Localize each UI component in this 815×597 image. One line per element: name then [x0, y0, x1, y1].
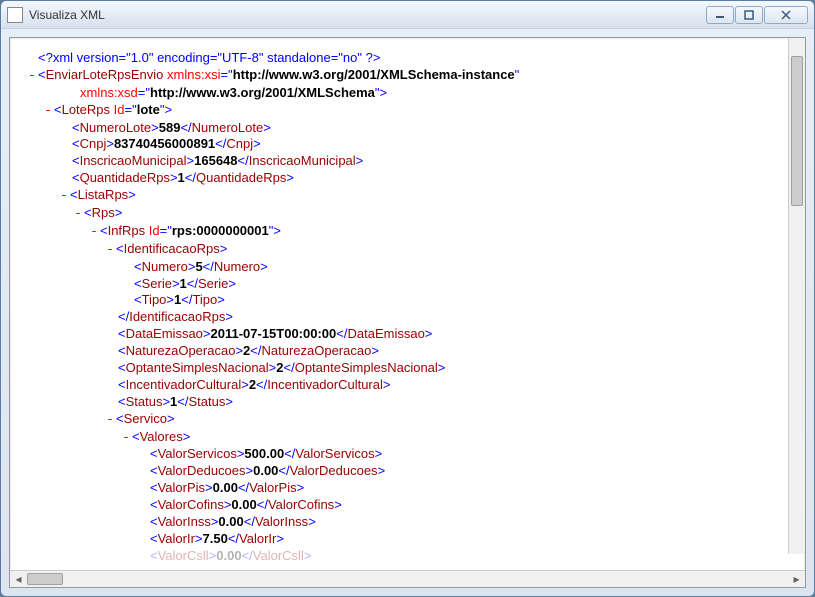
xml-valordeducoes: <ValorDeducoes>0.00</ValorDeducoes> [150, 463, 385, 480]
horizontal-scrollbar[interactable]: ◂ ▸ [10, 570, 805, 587]
app-icon [7, 7, 23, 23]
xml-infrps-open: <InfRps Id="rps:0000000001"> [100, 223, 281, 240]
xml-valorinss: <ValorInss>0.00</ValorInss> [150, 514, 316, 531]
xml-numerolote: <NumeroLote>589</NumeroLote> [72, 120, 271, 137]
maximize-button[interactable] [735, 6, 763, 24]
collapse-toggle[interactable]: - [26, 68, 38, 85]
xml-tipo: <Tipo>1</Tipo> [134, 292, 225, 309]
collapse-toggle[interactable]: - [72, 206, 84, 223]
xml-valorservicos: <ValorServicos>500.00</ValorServicos> [150, 446, 382, 463]
xml-incentivador: <IncentivadorCultural>2</IncentivadorCul… [118, 377, 390, 394]
collapse-toggle[interactable]: - [104, 412, 116, 429]
xml-declaration: <?xml version="1.0" encoding="UTF-8" sta… [18, 50, 797, 67]
xml-valores-open: <Valores> [132, 429, 190, 446]
collapse-toggle[interactable]: - [120, 430, 132, 447]
xml-rps-open: <Rps> [84, 205, 122, 222]
xml-valorir: <ValorIr>7.50</ValorIr> [150, 531, 284, 548]
xml-root-open: <EnviarLoteRpsEnvio xmlns:xsi="http://ww… [38, 67, 519, 84]
scroll-left-arrow[interactable]: ◂ [10, 571, 27, 588]
maximize-icon [744, 10, 754, 20]
window-frame: Visualiza XML <?xml version="1.0" encodi… [0, 0, 815, 597]
collapse-toggle[interactable]: - [104, 242, 116, 259]
xml-valorcsll: <ValorCsll>0.00</ValorCsll> [150, 548, 311, 565]
titlebar[interactable]: Visualiza XML [1, 1, 814, 29]
xml-status: <Status>1</Status> [118, 394, 233, 411]
xml-cnpj: <Cnpj>83740456000891</Cnpj> [72, 136, 261, 153]
collapse-toggle[interactable]: - [58, 188, 70, 205]
horizontal-scroll-thumb[interactable] [27, 573, 63, 585]
xml-identrps-open: <IdentificacaoRps> [116, 241, 227, 258]
vertical-scrollbar[interactable] [788, 38, 805, 554]
xml-identrps-close: </IdentificacaoRps> [118, 309, 233, 326]
xml-serie: <Serie>1</Serie> [134, 276, 236, 293]
xml-numero: <Numero>5</Numero> [134, 259, 268, 276]
scroll-right-arrow[interactable]: ▸ [788, 571, 805, 588]
minimize-button[interactable] [706, 6, 734, 24]
xml-tree-viewer[interactable]: <?xml version="1.0" encoding="UTF-8" sta… [10, 38, 805, 570]
window-title: Visualiza XML [29, 8, 706, 22]
close-button[interactable] [764, 6, 808, 24]
xml-dataemissao: <DataEmissao>2011-07-15T00:00:00</DataEm… [118, 326, 432, 343]
xml-inscmunicipal: <InscricaoMunicipal>165648</InscricaoMun… [72, 153, 363, 170]
scroll-track[interactable] [27, 571, 788, 587]
xml-qtdrps: <QuantidadeRps>1</QuantidadeRps> [72, 170, 294, 187]
xml-optante: <OptanteSimplesNacional>2</OptanteSimple… [118, 360, 445, 377]
xml-root-xsd: xmlns:xsd="http://www.w3.org/2001/XMLSch… [80, 85, 387, 102]
xml-valorpis: <ValorPis>0.00</ValorPis> [150, 480, 304, 497]
xml-servico-open: <Servico> [116, 411, 175, 428]
collapse-toggle[interactable]: - [88, 224, 100, 241]
xml-natureza: <NaturezaOperacao>2</NaturezaOperacao> [118, 343, 379, 360]
vertical-scroll-thumb[interactable] [791, 56, 803, 206]
xml-valorcofins: <ValorCofins>0.00</ValorCofins> [150, 497, 342, 514]
collapse-toggle[interactable]: - [42, 103, 54, 120]
minimize-icon [715, 10, 725, 20]
xml-loterps-open: <LoteRps Id="lote"> [54, 102, 172, 119]
xml-listarps-open: <ListaRps> [70, 187, 136, 204]
content-frame: <?xml version="1.0" encoding="UTF-8" sta… [9, 37, 806, 588]
window-buttons [706, 6, 808, 24]
close-icon [780, 10, 792, 20]
